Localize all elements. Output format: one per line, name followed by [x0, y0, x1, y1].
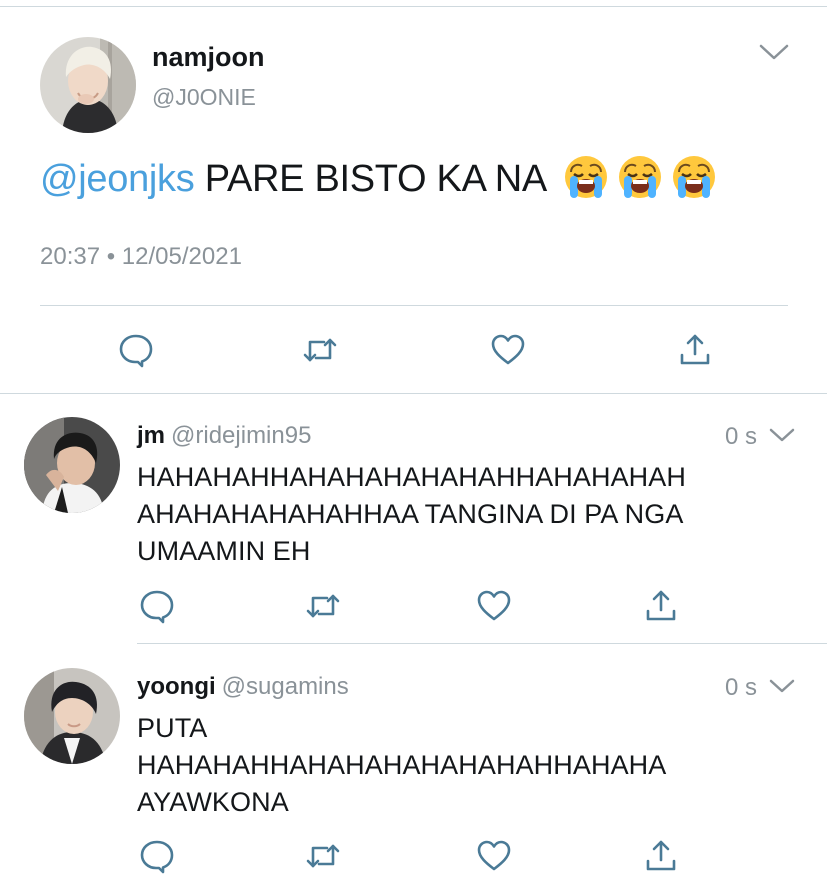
- reply-icon: [140, 590, 174, 624]
- avatar[interactable]: [24, 417, 120, 513]
- reply-button[interactable]: [137, 836, 177, 876]
- retweet-button[interactable]: [300, 330, 340, 370]
- heart-icon: [477, 840, 511, 871]
- retweet-button[interactable]: [303, 586, 343, 626]
- reply-header: yoongi @sugamins: [137, 673, 349, 701]
- share-icon: [680, 334, 710, 365]
- tweet-text: @jeonjks PARE BISTO KA NA: [40, 154, 717, 201]
- divider: [40, 305, 788, 306]
- section-divider: [137, 643, 827, 644]
- avatar[interactable]: [24, 668, 120, 764]
- user-handle[interactable]: @sugamins: [222, 673, 349, 700]
- mention-link[interactable]: @jeonjks: [40, 158, 195, 200]
- retweet-icon: [303, 338, 337, 362]
- reply-text: HAHAHAHHAHAHAHAHAHAHHAHAHAHAH AHAHAHAHAH…: [137, 462, 686, 566]
- reply-time: 0 s: [725, 423, 758, 450]
- loudly-crying-face-icon: [671, 154, 717, 200]
- display-name[interactable]: jm: [137, 422, 165, 449]
- share-icon: [646, 840, 676, 871]
- tweet-timestamp: 20:37 • 12/05/2021: [40, 243, 242, 270]
- section-divider: [0, 393, 827, 394]
- loudly-crying-face-icon: [563, 154, 609, 200]
- share-button[interactable]: [641, 586, 681, 626]
- chevron-down-icon[interactable]: [768, 426, 796, 444]
- chevron-down-icon[interactable]: [768, 677, 796, 695]
- reply-icon: [119, 334, 153, 368]
- reply-button[interactable]: [116, 330, 156, 370]
- heart-icon: [477, 590, 511, 621]
- like-button[interactable]: [474, 586, 514, 626]
- like-button[interactable]: [488, 330, 528, 370]
- display-name[interactable]: namjoon: [152, 42, 265, 73]
- share-button[interactable]: [641, 836, 681, 876]
- reply-time: 0 s: [725, 674, 758, 701]
- reply-icon: [140, 840, 174, 874]
- reply-button[interactable]: [137, 586, 177, 626]
- tweet-body: PARE BISTO KA NA: [204, 158, 545, 200]
- heart-icon: [491, 334, 525, 365]
- retweet-icon: [306, 594, 340, 618]
- reply-text: PUTA HAHAHAHHAHAHAHAHAHAHAHHAHAHA AYAWKO…: [137, 713, 667, 817]
- loudly-crying-face-icon: [617, 154, 663, 200]
- user-handle[interactable]: @ridejimin95: [171, 422, 311, 449]
- user-handle[interactable]: @J0ONIE: [152, 84, 256, 111]
- share-icon: [646, 590, 676, 621]
- avatar[interactable]: [40, 37, 136, 133]
- retweet-icon: [306, 844, 340, 868]
- share-button[interactable]: [675, 330, 715, 370]
- display-name[interactable]: yoongi: [137, 673, 216, 700]
- top-divider: [0, 6, 827, 7]
- reply-header: jm @ridejimin95: [137, 422, 311, 450]
- chevron-down-icon[interactable]: [758, 42, 790, 62]
- like-button[interactable]: [474, 836, 514, 876]
- retweet-button[interactable]: [303, 836, 343, 876]
